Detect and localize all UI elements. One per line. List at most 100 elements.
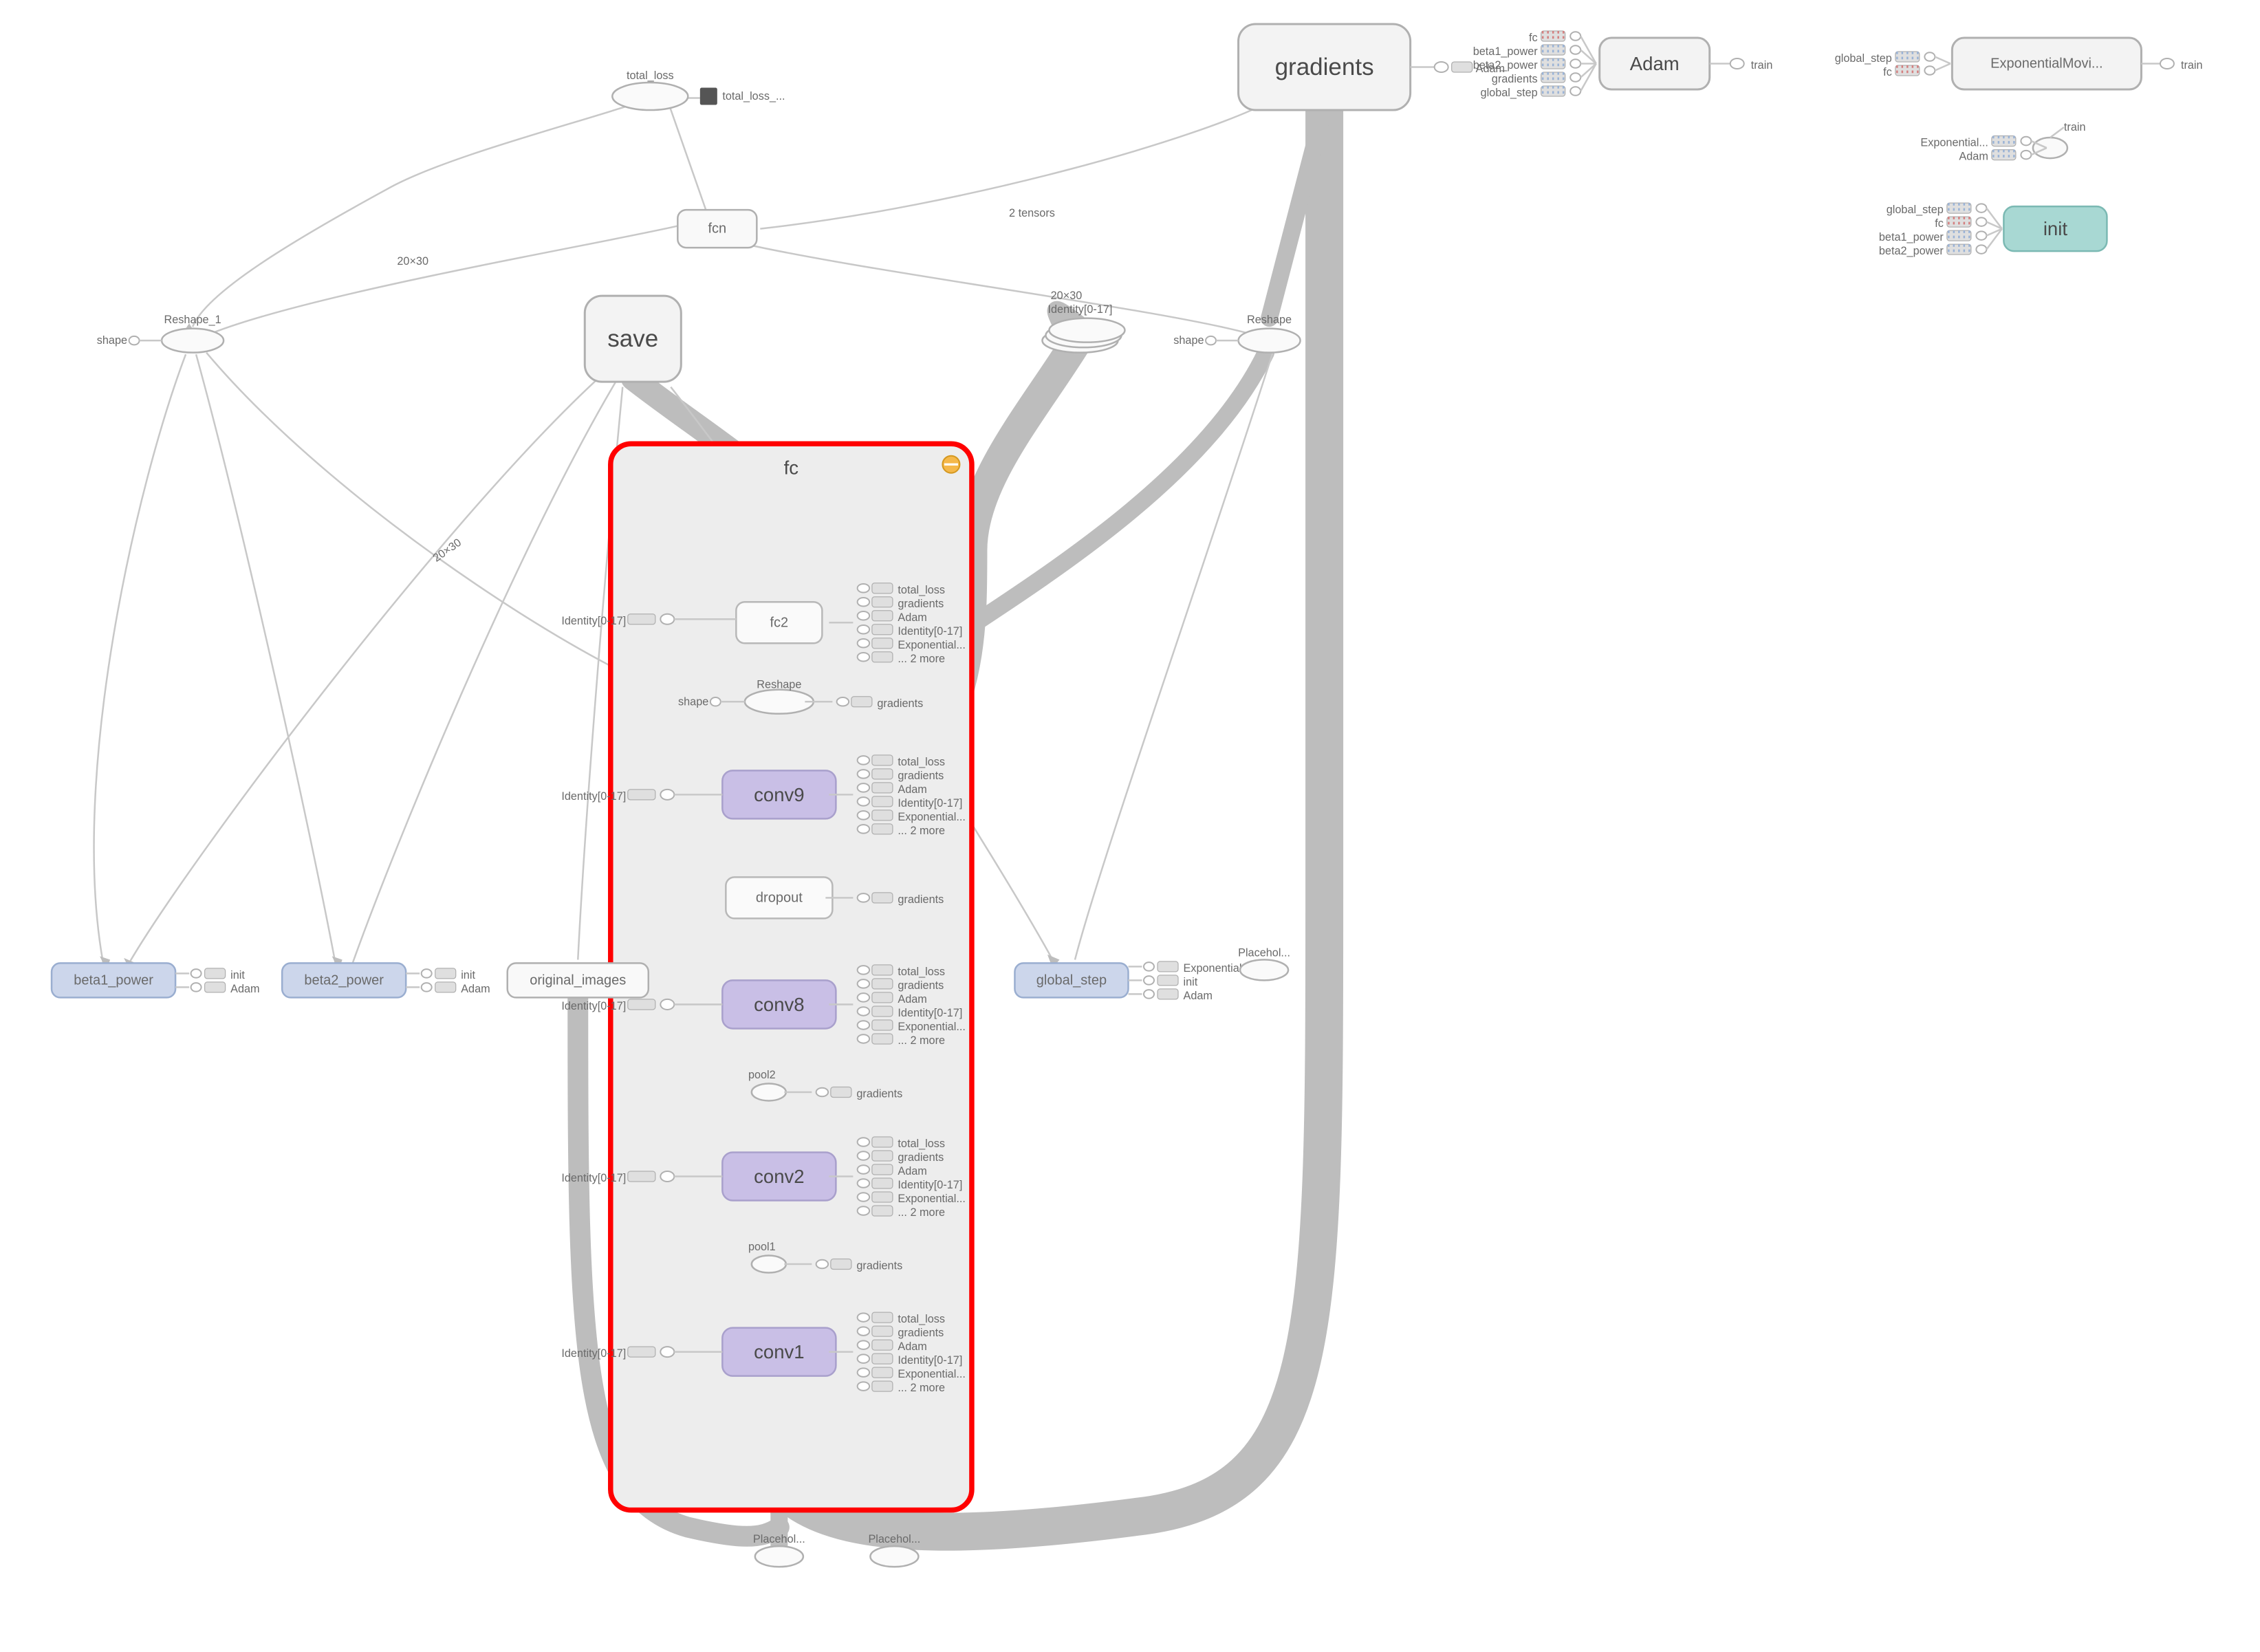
tensorboard-graph[interactable]: 2 tensors 20×30 20×30 20×30 fc fc2 Resha… xyxy=(0,0,2260,1651)
beta1-outs: init Adam xyxy=(175,968,259,995)
edge-reshape1-beta2 xyxy=(196,354,336,963)
svg-text:dropout: dropout xyxy=(756,890,803,905)
svg-text:Adam: Adam xyxy=(461,983,490,995)
edge-label-2tensors: 2 tensors xyxy=(1009,207,1055,219)
svg-text:Adam: Adam xyxy=(1184,990,1213,1002)
svg-text:total_loss_...: total_loss_... xyxy=(722,90,785,102)
svg-text:fc: fc xyxy=(1883,66,1892,78)
reshape-shape-in: shape xyxy=(1173,334,1238,347)
edge-fcn-reshape xyxy=(731,241,1256,336)
svg-text:... 2 more: ... 2 more xyxy=(898,1206,945,1219)
svg-text:gradients: gradients xyxy=(898,1151,944,1164)
svg-text:fcn: fcn xyxy=(708,221,726,237)
svg-text:Exponential...: Exponential... xyxy=(1920,137,1988,149)
svg-text:Identity[0-17]: Identity[0-17] xyxy=(561,1347,626,1360)
svg-text:Exponential...: Exponential... xyxy=(898,639,965,651)
node-reshape1[interactable] xyxy=(162,329,224,353)
svg-text:Placehol...: Placehol... xyxy=(1238,946,1290,959)
edge-reshape-globalstep xyxy=(1075,353,1273,960)
adam-out: train xyxy=(1710,58,1773,72)
node-fc-reshape[interactable] xyxy=(745,690,814,714)
node-small-train[interactable] xyxy=(2033,138,2067,158)
svg-text:conv1: conv1 xyxy=(754,1341,804,1362)
edge-save-beta2 xyxy=(353,382,616,963)
svg-text:init: init xyxy=(461,969,475,981)
svg-text:total_loss: total_loss xyxy=(898,1138,945,1150)
svg-text:gradients: gradients xyxy=(898,598,944,610)
svg-text:pool2: pool2 xyxy=(748,1069,776,1081)
svg-text:global_step: global_step xyxy=(1835,52,1892,65)
svg-text:Adam: Adam xyxy=(1630,53,1680,74)
svg-text:Identity[0-17]: Identity[0-17] xyxy=(898,797,962,809)
edge-reshape1-beta1 xyxy=(94,354,186,963)
svg-text:pool1: pool1 xyxy=(748,1241,776,1253)
node-placehol1[interactable] xyxy=(755,1546,803,1567)
svg-text:train: train xyxy=(2064,121,2086,133)
svg-text:... 2 more: ... 2 more xyxy=(898,653,945,665)
svg-text:shape: shape xyxy=(678,695,708,708)
svg-text:Exponential...: Exponential... xyxy=(898,1368,965,1380)
svg-text:Adam: Adam xyxy=(898,1340,926,1353)
adam-inputs: fcbeta1_powerbeta2_powergradients global_… xyxy=(1473,31,1596,99)
svg-text:total_loss: total_loss xyxy=(898,584,945,596)
svg-text:... 2 more: ... 2 more xyxy=(898,1034,945,1047)
reshape1-shape-in: shape xyxy=(97,334,162,347)
svg-text:Exponential...: Exponential... xyxy=(898,1021,965,1033)
svg-text:Reshape: Reshape xyxy=(1247,314,1292,326)
globalstep-outs: Exponential...initAdam xyxy=(1128,961,1250,1002)
svg-text:train: train xyxy=(1751,59,1773,72)
svg-text:global_step: global_step xyxy=(1481,87,1538,99)
svg-text:Adam: Adam xyxy=(1959,151,1988,163)
beta2-outs: init Adam xyxy=(406,968,490,995)
node-pool2[interactable] xyxy=(752,1083,786,1100)
edge-totalloss-reshape1 xyxy=(193,98,650,327)
svg-text:save: save xyxy=(607,325,658,352)
svg-text:total_loss: total_loss xyxy=(627,69,674,82)
svg-text:total_loss: total_loss xyxy=(898,1313,945,1325)
init-inputs: global_stepfcbeta1_powerbeta2_power xyxy=(1879,203,2002,257)
node-total-loss-scalar[interactable] xyxy=(700,88,717,105)
svg-text:20×30: 20×30 xyxy=(1051,290,1083,302)
svg-text:gradients: gradients xyxy=(898,893,944,906)
svg-text:... 2 more: ... 2 more xyxy=(898,825,945,837)
node-pool1[interactable] xyxy=(752,1256,786,1273)
svg-text:gradients: gradients xyxy=(1492,73,1538,85)
svg-text:gradients: gradients xyxy=(898,770,944,782)
svg-text:Identity[0-17]: Identity[0-17] xyxy=(898,625,962,638)
fc-title: fc xyxy=(784,457,799,479)
svg-text:Reshape: Reshape xyxy=(757,678,801,691)
svg-text:Identity[0-17]: Identity[0-17] xyxy=(561,790,626,803)
svg-text:beta1_power: beta1_power xyxy=(74,972,153,988)
svg-text:conv2: conv2 xyxy=(754,1166,804,1187)
svg-text:gradients: gradients xyxy=(898,1327,944,1339)
node-placehol2[interactable] xyxy=(870,1546,918,1567)
smallgroup-out: train xyxy=(2050,121,2086,138)
svg-text:conv8: conv8 xyxy=(754,994,804,1015)
svg-text:total_loss: total_loss xyxy=(898,756,945,768)
node-placehol-right[interactable] xyxy=(1240,959,1288,980)
svg-text:fc: fc xyxy=(1529,32,1538,44)
svg-text:ExponentialMovi...: ExponentialMovi... xyxy=(1990,56,2103,72)
svg-text:beta1_power: beta1_power xyxy=(1473,45,1539,58)
svg-text:gradients: gradients xyxy=(1275,54,1374,80)
svg-text:beta2_power: beta2_power xyxy=(1473,59,1539,72)
svg-text:conv9: conv9 xyxy=(754,784,804,805)
svg-text:Reshape_1: Reshape_1 xyxy=(164,314,221,326)
smallgroup-inputs: Exponential... Adam xyxy=(1920,136,2046,163)
expmov-out: train xyxy=(2141,58,2202,72)
svg-text:Adam: Adam xyxy=(230,983,259,995)
svg-text:original_images: original_images xyxy=(530,972,626,988)
svg-text:init: init xyxy=(230,969,245,981)
node-total-loss[interactable] xyxy=(612,83,688,110)
svg-text:Adam: Adam xyxy=(898,1165,926,1177)
svg-text:20×30: 20×30 xyxy=(397,255,428,268)
svg-text:... 2 more: ... 2 more xyxy=(898,1382,945,1394)
svg-text:beta2_power: beta2_power xyxy=(1879,245,1944,257)
svg-text:fc2: fc2 xyxy=(770,615,789,630)
svg-text:gradients: gradients xyxy=(877,697,923,710)
svg-text:shape: shape xyxy=(1173,334,1204,347)
svg-text:Identity[0-17]: Identity[0-17] xyxy=(561,1172,626,1184)
svg-text:shape: shape xyxy=(97,334,127,347)
node-reshape[interactable] xyxy=(1239,329,1301,353)
expmov-inputs: global_stepfc xyxy=(1835,52,1951,78)
